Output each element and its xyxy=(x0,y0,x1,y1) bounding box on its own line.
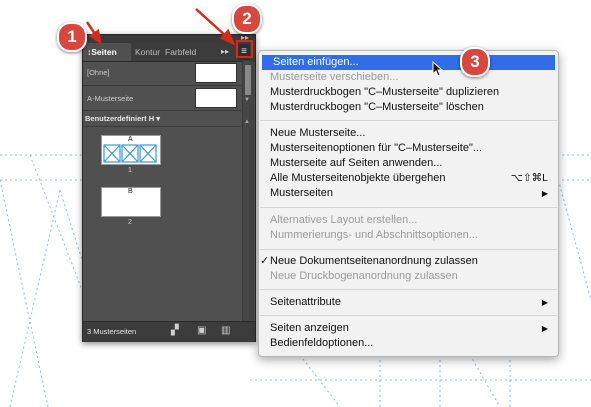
tab-seiten[interactable]: ↕Seiten xyxy=(83,43,131,61)
menu-item-musterseite-anwenden[interactable]: Musterseite auf Seiten anwenden... xyxy=(259,156,558,171)
divider xyxy=(83,126,241,127)
menu-item-musterseitenoptionen[interactable]: Musterseitenoptionen für "C–Musterseite"… xyxy=(259,141,558,156)
tab-farbfelder[interactable]: Farbfeld xyxy=(163,43,203,61)
page-number: 2 xyxy=(128,219,132,226)
scroll-up-icon[interactable]: ▲ xyxy=(244,119,250,125)
submenu-arrow-icon: ▶ xyxy=(541,298,548,307)
page-size-icon[interactable]: ▞ xyxy=(171,325,179,336)
menu-item-label: Seiten anzeigen xyxy=(270,322,349,334)
callout-badge-2: 2 xyxy=(232,4,262,34)
divider xyxy=(83,110,241,111)
more-tabs-icon[interactable]: ▸▸ xyxy=(221,43,233,61)
menu-item-musterdruckbogen-duplizieren[interactable]: Musterdruckbogen "C–Musterseite" duplizi… xyxy=(259,85,558,100)
tab-kontur[interactable]: Kontur xyxy=(131,43,163,61)
master-label: A-Musterseite xyxy=(87,94,134,103)
menu-button-highlight xyxy=(236,40,253,58)
mouse-cursor-icon xyxy=(432,61,444,77)
panel-flyout-menu: Seiten einfügen... Musterseite verschieb… xyxy=(258,50,559,357)
panel-footer: 3 Musterseiten ▞ ▣ ▥ xyxy=(83,321,255,342)
page-master-prefix: B xyxy=(128,188,133,195)
menu-item-label: Seitenattribute xyxy=(270,296,341,308)
master-thumbnail[interactable] xyxy=(195,88,237,108)
panel-scrollbar[interactable]: ▼ ▲ xyxy=(242,61,254,333)
page-number: 1 xyxy=(128,167,132,174)
view-dropdown[interactable]: Benutzerdefiniert H ▾ xyxy=(85,114,160,123)
trash-icon[interactable]: ▥ xyxy=(221,325,230,336)
keyboard-shortcut: ⌥⇧⌘L xyxy=(510,172,548,184)
menu-item-seiten-anzeigen[interactable]: Seiten anzeigen ▶ xyxy=(259,321,558,336)
menu-item-label: Musterseiten xyxy=(270,187,333,199)
menu-separator xyxy=(260,289,557,290)
menu-item-bedienfeldoptionen[interactable]: Bedienfeldoptionen... xyxy=(259,336,558,351)
menu-item-seiten-einfuegen[interactable]: Seiten einfügen... xyxy=(262,55,555,70)
menu-item-musterseite-verschieben[interactable]: Musterseite verschieben... xyxy=(259,70,558,85)
panel-titlebar[interactable]: ▸▸ xyxy=(83,33,255,43)
page-thumbnail-2[interactable]: B xyxy=(101,187,161,217)
pages-panel: ▸▸ ↕Seiten Kontur Farbfeld ▸▸ ≡ [Ohne] A… xyxy=(82,33,256,342)
menu-item-dokumentseitenanordnung[interactable]: ✓ Neue Dokumentseitenanordnung zulassen xyxy=(259,254,558,269)
master-row-a[interactable]: A-Musterseite xyxy=(83,83,241,108)
panel-tabs: ↕Seiten Kontur Farbfeld ▸▸ xyxy=(83,43,255,62)
menu-separator xyxy=(260,249,557,250)
master-row-none[interactable]: [Ohne] xyxy=(83,61,241,84)
menu-item-nummerierungsoptionen[interactable]: Nummerierungs- und Abschnittsoptionen... xyxy=(259,228,558,243)
master-thumbnail[interactable] xyxy=(195,63,237,83)
callout-badge-1: 1 xyxy=(57,22,87,52)
callout-badge-3: 3 xyxy=(460,47,490,77)
checkmark-icon: ✓ xyxy=(260,255,270,267)
menu-item-musterseiten[interactable]: Musterseiten ▶ xyxy=(259,186,558,201)
menu-item-label: Alle Musterseitenobjekte übergehen xyxy=(270,172,446,184)
menu-item-musterseitenobjekte-uebergehen[interactable]: Alle Musterseitenobjekte übergehen ⌥⇧⌘L xyxy=(259,171,558,186)
master-label: [Ohne] xyxy=(87,68,110,77)
scroll-down-icon[interactable]: ▼ xyxy=(244,97,250,103)
menu-item-label: Neue Dokumentseitenanordnung zulassen xyxy=(270,255,478,267)
menu-item-alternatives-layout[interactable]: Alternatives Layout erstellen... xyxy=(259,213,558,228)
page-thumbnail-1[interactable]: A xyxy=(101,135,161,165)
menu-item-neue-musterseite[interactable]: Neue Musterseite... xyxy=(259,126,558,141)
menu-separator xyxy=(260,120,557,121)
master-count: 3 Musterseiten xyxy=(87,327,137,336)
submenu-arrow-icon: ▶ xyxy=(541,324,548,333)
menu-item-seitenattribute[interactable]: Seitenattribute ▶ xyxy=(259,295,558,310)
menu-item-musterdruckbogen-loeschen[interactable]: Musterdruckbogen "C–Musterseite" löschen xyxy=(259,100,558,115)
page-master-prefix: A xyxy=(128,136,133,143)
new-page-icon[interactable]: ▣ xyxy=(197,325,206,336)
scrollbar-thumb[interactable] xyxy=(245,65,251,95)
menu-item-druckbogenanordnung[interactable]: Neue Druckbogenanordnung zulassen xyxy=(259,269,558,284)
submenu-arrow-icon: ▶ xyxy=(541,189,548,198)
menu-separator xyxy=(260,207,557,208)
menu-separator xyxy=(260,315,557,316)
